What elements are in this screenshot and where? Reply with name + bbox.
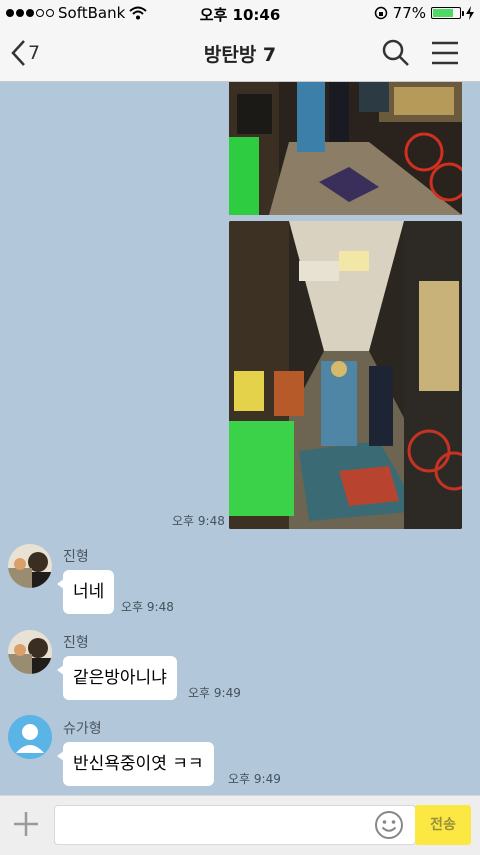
battery-percent: 77% xyxy=(392,4,426,22)
message-time: 오후 9:49 xyxy=(228,772,281,786)
message-bubble[interactable]: 같은방아니냐 xyxy=(57,656,177,700)
default-avatar-icon[interactable] xyxy=(8,715,52,759)
plus-icon[interactable] xyxy=(12,810,40,838)
emoji-icon[interactable] xyxy=(374,810,404,840)
chat-image[interactable] xyxy=(229,82,462,215)
message-bubble[interactable]: 반신욕중이엿 ㅋㅋ xyxy=(57,742,214,786)
menu-icon[interactable] xyxy=(430,40,460,66)
chat-header: 7 방탄방 7 xyxy=(0,26,480,82)
sender-name: 진형 xyxy=(63,549,89,565)
avatar[interactable] xyxy=(8,630,52,674)
message-time: 오후 9:49 xyxy=(188,686,241,700)
status-right: 77% xyxy=(374,4,474,22)
search-icon[interactable] xyxy=(381,38,411,68)
sender-name: 진형 xyxy=(63,635,89,651)
chat-image[interactable] xyxy=(229,221,462,529)
message-time: 오후 9:48 xyxy=(121,600,174,614)
status-bar: SoftBank 오후 10:46 77% xyxy=(0,0,480,26)
message-input[interactable] xyxy=(54,805,416,845)
avatar[interactable] xyxy=(8,544,52,588)
battery-icon xyxy=(431,7,464,19)
sender-name: 슈가형 xyxy=(63,721,102,737)
message-time: 오후 9:48 xyxy=(172,514,225,528)
rotation-lock-icon xyxy=(374,6,387,20)
send-button[interactable]: 전송 xyxy=(415,805,471,845)
charging-icon xyxy=(466,6,474,20)
message-input-bar: 전송 xyxy=(0,795,480,855)
message-bubble[interactable]: 너네 xyxy=(56,570,115,614)
